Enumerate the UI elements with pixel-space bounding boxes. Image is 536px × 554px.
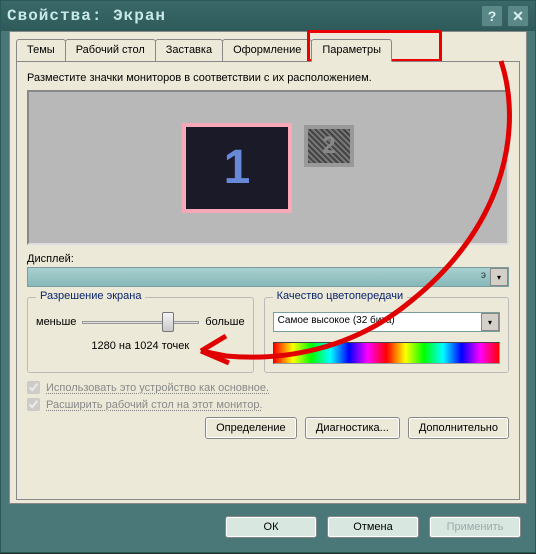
tab-screensaver[interactable]: Заставка [155, 39, 223, 62]
resolution-value: 1280 на 1024 точек [36, 340, 245, 352]
tab-appearance[interactable]: Оформление [222, 39, 312, 62]
help-button[interactable]: ? [481, 5, 503, 27]
resolution-group: Разрешение экрана меньше больше 1280 на … [27, 297, 254, 373]
settings-groups: Разрешение экрана меньше больше 1280 на … [27, 297, 509, 373]
quality-dropdown[interactable]: Самое высокое (32 бита) ▾ [273, 312, 500, 332]
resolution-slider-row: меньше больше [36, 312, 245, 332]
tab-body: Разместите значки мониторов в соответств… [16, 61, 520, 500]
display-dropdown-value: э [28, 268, 508, 283]
window-title: Свойства: Экран [7, 7, 481, 25]
identify-button[interactable]: Определение [205, 417, 297, 439]
display-label: Дисплей: [27, 253, 509, 265]
dialog-button-bar: ОК Отмена Применить [9, 510, 527, 544]
check-primary [27, 381, 40, 394]
titlebar-buttons: ? ✕ [481, 5, 529, 27]
check-extend [27, 398, 40, 411]
check-extend-label: Расширить рабочий стол на этот монитор. [46, 399, 263, 411]
client-area: Темы Рабочий стол Заставка Оформление Па… [9, 31, 527, 504]
ok-button[interactable]: ОК [225, 516, 317, 538]
quality-dropdown-value: Самое высокое (32 бита) [274, 313, 499, 328]
diagnostics-button[interactable]: Диагностика... [305, 417, 400, 439]
slider-rail [82, 321, 199, 324]
check-primary-label: Использовать это устройство как основное… [46, 382, 269, 394]
tab-desktop[interactable]: Рабочий стол [65, 39, 156, 62]
chevron-down-icon[interactable]: ▾ [481, 313, 499, 331]
window: Свойства: Экран ? ✕ Темы Рабочий стол За… [0, 0, 536, 553]
resolution-more-label: больше [205, 316, 244, 328]
display-dropdown[interactable]: э ▾ [27, 267, 509, 287]
advanced-button[interactable]: Дополнительно [408, 417, 509, 439]
monitor-arrangement[interactable]: 1 2 [27, 90, 509, 245]
tab-buttons: Определение Диагностика... Дополнительно [27, 417, 509, 439]
close-button[interactable]: ✕ [507, 5, 529, 27]
tab-settings[interactable]: Параметры [311, 39, 392, 62]
monitor-1[interactable]: 1 [182, 123, 292, 213]
resolution-less-label: меньше [36, 316, 76, 328]
tab-bar: Темы Рабочий стол Заставка Оформление Па… [10, 32, 526, 61]
check-primary-row: Использовать это устройство как основное… [27, 381, 509, 394]
chevron-down-icon[interactable]: ▾ [490, 268, 508, 286]
resolution-slider[interactable] [82, 312, 199, 332]
check-extend-row: Расширить рабочий стол на этот монитор. [27, 398, 509, 411]
tab-themes[interactable]: Темы [16, 39, 66, 62]
instruction-text: Разместите значки мониторов в соответств… [27, 72, 509, 84]
titlebar: Свойства: Экран ? ✕ [1, 1, 535, 31]
apply-button[interactable]: Применить [429, 516, 521, 538]
monitor-2[interactable]: 2 [304, 125, 354, 167]
color-quality-group: Качество цветопередачи Самое высокое (32… [264, 297, 509, 373]
slider-thumb[interactable] [162, 312, 174, 332]
quality-legend: Качество цветопередачи [273, 290, 408, 302]
cancel-button[interactable]: Отмена [327, 516, 419, 538]
checkbox-area: Использовать это устройство как основное… [27, 381, 509, 411]
resolution-legend: Разрешение экрана [36, 290, 145, 302]
color-spectrum [273, 342, 500, 364]
